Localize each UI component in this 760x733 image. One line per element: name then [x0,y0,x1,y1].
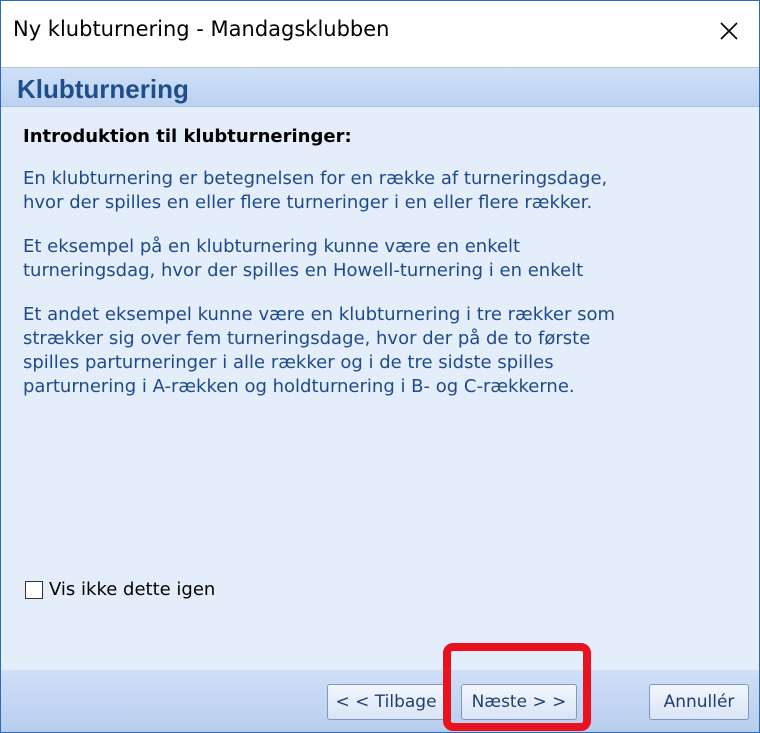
paragraph-3: Et andet eksempel kunne være en klubturn… [23,303,723,399]
close-button[interactable] [707,9,751,53]
paragraph-1: En klubturnering er betegnelsen for en r… [23,167,723,215]
paragraph-2: Et eksempel på en klubturnering kunne væ… [23,235,723,283]
paragraph-line: turneringsdag, hvor der spilles en Howel… [23,260,584,281]
next-button[interactable]: Næste > > [461,684,577,720]
wizard-window: Ny klubturnering - Mandagsklubben Klubtu… [0,0,760,733]
title-bar: Ny klubturnering - Mandagsklubben [1,1,759,67]
paragraph-line: En klubturnering er betegnelsen for en r… [23,168,608,189]
button-bar: < < Tilbage Næste > > Annullér [1,670,759,732]
paragraph-line: spilles parturneringer i alle rækker og … [23,352,554,373]
dont-show-again-row[interactable]: Vis ikke dette igen [25,579,215,600]
content-area: Klubturnering Introduktion til klubturne… [1,67,759,670]
paragraph-line: strækker sig over fem turneringsdage, hv… [23,328,591,349]
paragraph-line: parturnering i A-rækken og holdturnering… [23,376,575,397]
intro-heading: Introduktion til klubturneringer: [23,126,352,147]
paragraph-line: Et andet eksempel kunne være en klubturn… [23,304,616,325]
page-header: Klubturnering [1,67,759,107]
paragraph-line: hvor der spilles en eller flere turnerin… [23,192,593,213]
intro-text: Introduktion til klubturneringer: En klu… [23,125,723,419]
page-title: Klubturnering [17,74,189,104]
paragraph-line: Et eksempel på en klubturnering kunne væ… [23,236,521,257]
back-button[interactable]: < < Tilbage [327,684,445,720]
close-icon [720,22,738,40]
window-title: Ny klubturnering - Mandagsklubben [13,17,390,41]
dont-show-again-label[interactable]: Vis ikke dette igen [49,579,215,600]
dont-show-again-checkbox[interactable] [25,580,43,599]
cancel-button[interactable]: Annullér [649,684,749,720]
